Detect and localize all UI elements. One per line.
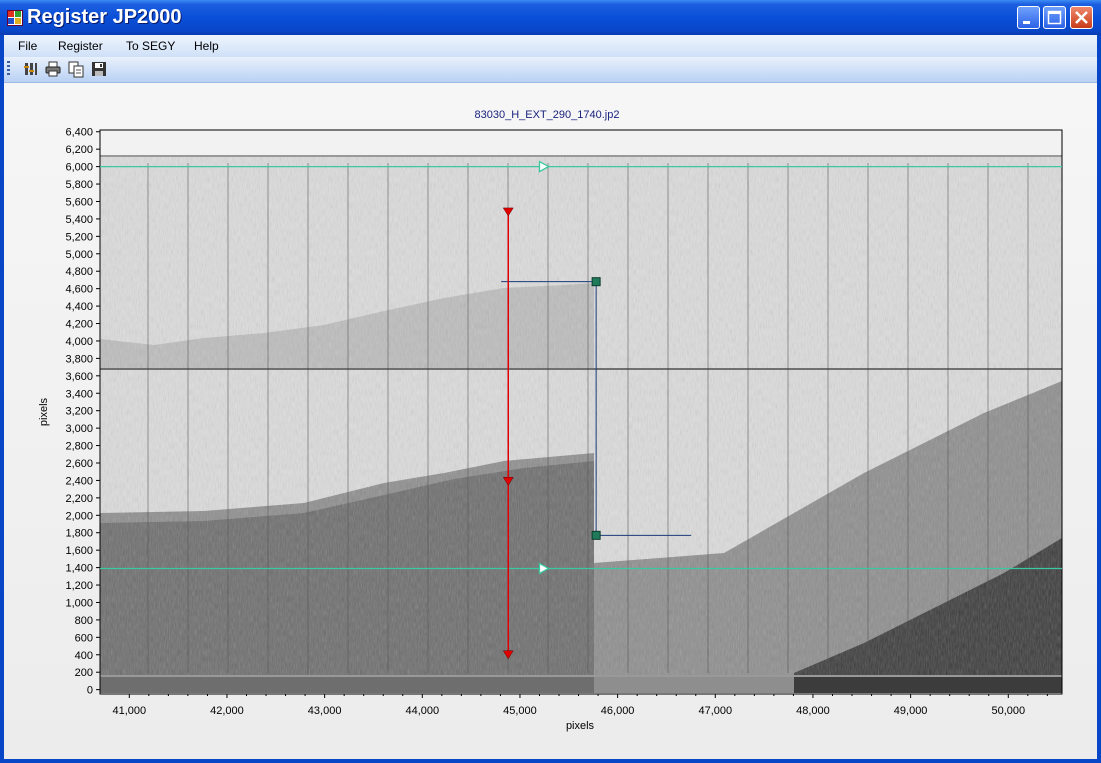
y-tick-label: 2,600 bbox=[65, 458, 93, 470]
x-tick-label: 42,000 bbox=[210, 705, 244, 717]
close-icon bbox=[1075, 11, 1088, 24]
y-tick-label: 3,800 bbox=[65, 353, 93, 365]
y-tick-label: 6,200 bbox=[65, 144, 93, 156]
menu-file[interactable]: File bbox=[18, 39, 37, 53]
y-tick-label: 1,400 bbox=[65, 563, 93, 575]
x-tick-label: 43,000 bbox=[308, 705, 342, 717]
y-tick-label: 5,000 bbox=[65, 249, 93, 261]
minimize-icon bbox=[1023, 21, 1030, 24]
x-tick-label: 41,000 bbox=[112, 705, 146, 717]
print-icon[interactable] bbox=[44, 60, 62, 78]
y-tick-label: 6,400 bbox=[65, 127, 93, 139]
y-tick-label: 5,200 bbox=[65, 231, 93, 243]
menu-bar: File Register To SEGY Help bbox=[4, 35, 1097, 57]
y-tick-label: 200 bbox=[75, 667, 93, 679]
x-axis: 41,000 42,000 43,000 44,000 45,000 46,000 47,0… bbox=[112, 694, 1048, 717]
y-tick-label: 5,800 bbox=[65, 179, 93, 191]
chart-title: 83030_H_EXT_290_1740.jp2 bbox=[475, 109, 620, 121]
x-tick-label: 48,000 bbox=[796, 705, 830, 717]
copy-icon[interactable] bbox=[67, 60, 85, 78]
properties-icon[interactable] bbox=[22, 60, 40, 78]
y-axis-label: pixels bbox=[38, 397, 50, 426]
y-tick-label: 6,000 bbox=[65, 162, 93, 174]
y-tick-label: 5,600 bbox=[65, 196, 93, 208]
x-tick-label: 44,000 bbox=[405, 705, 439, 717]
x-tick-label: 50,000 bbox=[991, 705, 1025, 717]
y-tick-label: 5,400 bbox=[65, 214, 93, 226]
y-tick-label: 3,600 bbox=[65, 371, 93, 383]
maximize-icon bbox=[1047, 10, 1062, 25]
menu-to-segy[interactable]: To SEGY bbox=[126, 39, 175, 53]
y-tick-label: 2,400 bbox=[65, 475, 93, 487]
y-tick-label: 3,200 bbox=[65, 406, 93, 418]
x-tick-label: 49,000 bbox=[894, 705, 928, 717]
title-bar[interactable]: Register JP2000 bbox=[0, 0, 1101, 35]
blue-bracket-handle-bottom[interactable] bbox=[591, 530, 601, 540]
toolbar bbox=[4, 57, 1097, 83]
y-axis: 0 200 400 600 800 1,000 1,200 1,400 1,600 1,800 2,… bbox=[65, 127, 100, 697]
x-axis-label: pixels bbox=[566, 720, 595, 732]
y-tick-label: 2,000 bbox=[65, 510, 93, 522]
y-tick-label: 4,600 bbox=[65, 284, 93, 296]
y-tick-label: 600 bbox=[75, 632, 93, 644]
y-tick-label: 2,200 bbox=[65, 493, 93, 505]
menu-register[interactable]: Register bbox=[58, 39, 103, 53]
seismic-image bbox=[100, 130, 1062, 694]
toolbar-grip[interactable] bbox=[7, 61, 10, 77]
seismic-chart[interactable]: 83030_H_EXT_290_1740.jp2 02004006008001,… bbox=[4, 83, 1097, 759]
window-title: Register JP2000 bbox=[27, 6, 182, 28]
y-tick-label: 3,400 bbox=[65, 388, 93, 400]
y-tick-label: 2,800 bbox=[65, 441, 93, 453]
plot-area: 83030_H_EXT_290_1740.jp2 0 200 400 600 8… bbox=[4, 83, 1097, 759]
y-tick-label: 1,600 bbox=[65, 545, 93, 557]
y-tick-label: 1,000 bbox=[65, 597, 93, 609]
close-button[interactable] bbox=[1070, 6, 1093, 29]
y-tick-label: 1,800 bbox=[65, 528, 93, 540]
window-border-bottom bbox=[0, 759, 1101, 763]
x-tick-label: 47,000 bbox=[698, 705, 732, 717]
save-icon[interactable] bbox=[90, 60, 108, 78]
x-tick-label: 45,000 bbox=[503, 705, 537, 717]
minimize-button[interactable] bbox=[1017, 6, 1040, 29]
window-border-right bbox=[1097, 35, 1101, 763]
y-tick-label: 4,000 bbox=[65, 336, 93, 348]
app-icon[interactable] bbox=[7, 10, 23, 26]
y-tick-label: 400 bbox=[75, 650, 93, 662]
y-tick-label: 1,200 bbox=[65, 580, 93, 592]
y-tick-label: 800 bbox=[75, 615, 93, 627]
x-tick-label: 46,000 bbox=[601, 705, 635, 717]
y-tick-label: 4,400 bbox=[65, 301, 93, 313]
blue-bracket-handle-top[interactable] bbox=[591, 277, 601, 287]
menu-help[interactable]: Help bbox=[194, 39, 219, 53]
y-tick-label: 4,200 bbox=[65, 319, 93, 331]
maximize-button[interactable] bbox=[1043, 6, 1066, 29]
y-tick-label: 4,800 bbox=[65, 266, 93, 278]
y-tick-label: 3,000 bbox=[65, 423, 93, 435]
app-window: Register JP2000 File Register To SEGY He… bbox=[0, 0, 1101, 763]
y-tick-label: 0 bbox=[87, 685, 93, 697]
